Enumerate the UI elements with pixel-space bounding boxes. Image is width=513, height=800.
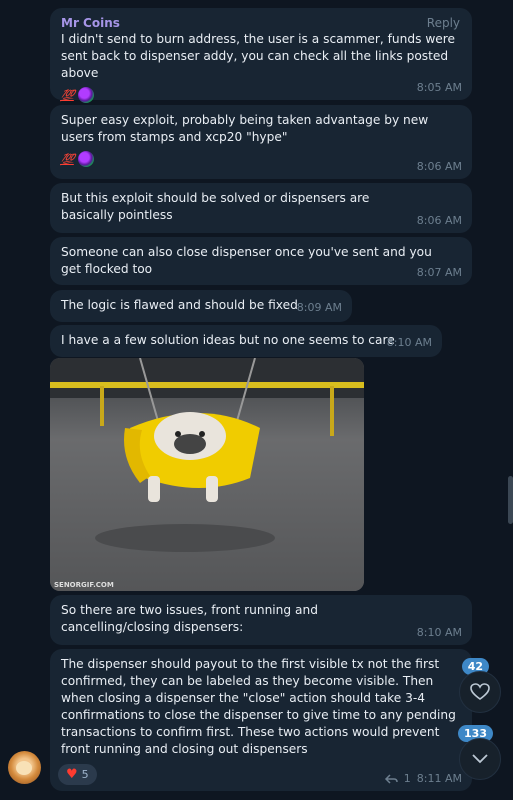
reply-button[interactable]: Reply	[427, 15, 460, 32]
reactions-button[interactable]	[459, 671, 501, 713]
sender-name[interactable]: Mr Coins	[61, 15, 461, 31]
message-time: 8:06 AM	[416, 214, 462, 227]
message-bubble[interactable]: Someone can also close dispenser once yo…	[50, 237, 472, 285]
message-bubble[interactable]: Super easy exploit, probably being taken…	[50, 105, 472, 179]
avatar[interactable]	[8, 751, 41, 784]
message-time: 8:05 AM	[416, 81, 462, 94]
chevron-down-icon	[472, 754, 488, 764]
hundred-emoji-icon: 💯	[59, 152, 76, 166]
message-text: Someone can also close dispenser once yo…	[61, 245, 432, 276]
message-text: Super easy exploit, probably being taken…	[61, 113, 429, 144]
scroll-down-button[interactable]	[459, 738, 501, 780]
reaction-row: 💯	[59, 85, 461, 105]
message-time: 8:06 AM	[416, 160, 462, 173]
watermark-text: SENORGIF.COM	[54, 581, 114, 589]
reaction-row: ♥ 5	[58, 764, 97, 785]
heart-icon: ♥	[66, 767, 78, 782]
message-meta: 1 8:11 AM	[384, 770, 462, 787]
message-time: 8:09 AM	[296, 301, 342, 314]
gif-media[interactable]: SENORGIF.COM	[50, 358, 364, 591]
message-bubble[interactable]: The logic is flawed and should be fixed …	[50, 290, 352, 322]
dog-swing-image: SENORGIF.COM	[50, 358, 364, 591]
orb-emoji-icon	[77, 151, 94, 167]
message-text: The logic is flawed and should be fixed	[61, 298, 298, 312]
heart-outline-icon	[470, 683, 490, 700]
message-time: 8:10 AM	[416, 626, 462, 639]
reaction-row: 💯	[59, 149, 461, 169]
heart-reaction[interactable]: ♥ 5	[58, 764, 97, 785]
message-bubble[interactable]: So there are two issues, front running a…	[50, 595, 472, 645]
reaction-count: 5	[81, 768, 89, 781]
message-bubble[interactable]: I have a a few solution ideas but no one…	[50, 325, 442, 357]
orb-emoji-icon	[77, 87, 94, 103]
message-text: I didn't send to burn address, the user …	[61, 32, 456, 80]
message-bubble[interactable]: But this exploit should be solved or dis…	[50, 183, 472, 233]
message-text: But this exploit should be solved or dis…	[61, 191, 370, 222]
reply-arrow-icon	[384, 773, 398, 784]
message-bubble[interactable]: The dispenser should payout to the first…	[50, 649, 472, 791]
message-text: The dispenser should payout to the first…	[61, 657, 456, 756]
message-text: I have a a few solution ideas but no one…	[61, 333, 395, 347]
message-time: 8:11 AM	[416, 772, 462, 785]
message-time: 8:07 AM	[416, 266, 462, 279]
avatar-face	[16, 761, 32, 775]
scrollbar[interactable]	[508, 476, 513, 524]
hundred-emoji-icon: 💯	[59, 88, 76, 102]
reply-count[interactable]: 1	[404, 770, 411, 787]
message-text: So there are two issues, front running a…	[61, 603, 318, 634]
message-time: 8:10 AM	[386, 336, 432, 349]
message-bubble[interactable]: Mr Coins Reply I didn't send to burn add…	[50, 8, 472, 103]
